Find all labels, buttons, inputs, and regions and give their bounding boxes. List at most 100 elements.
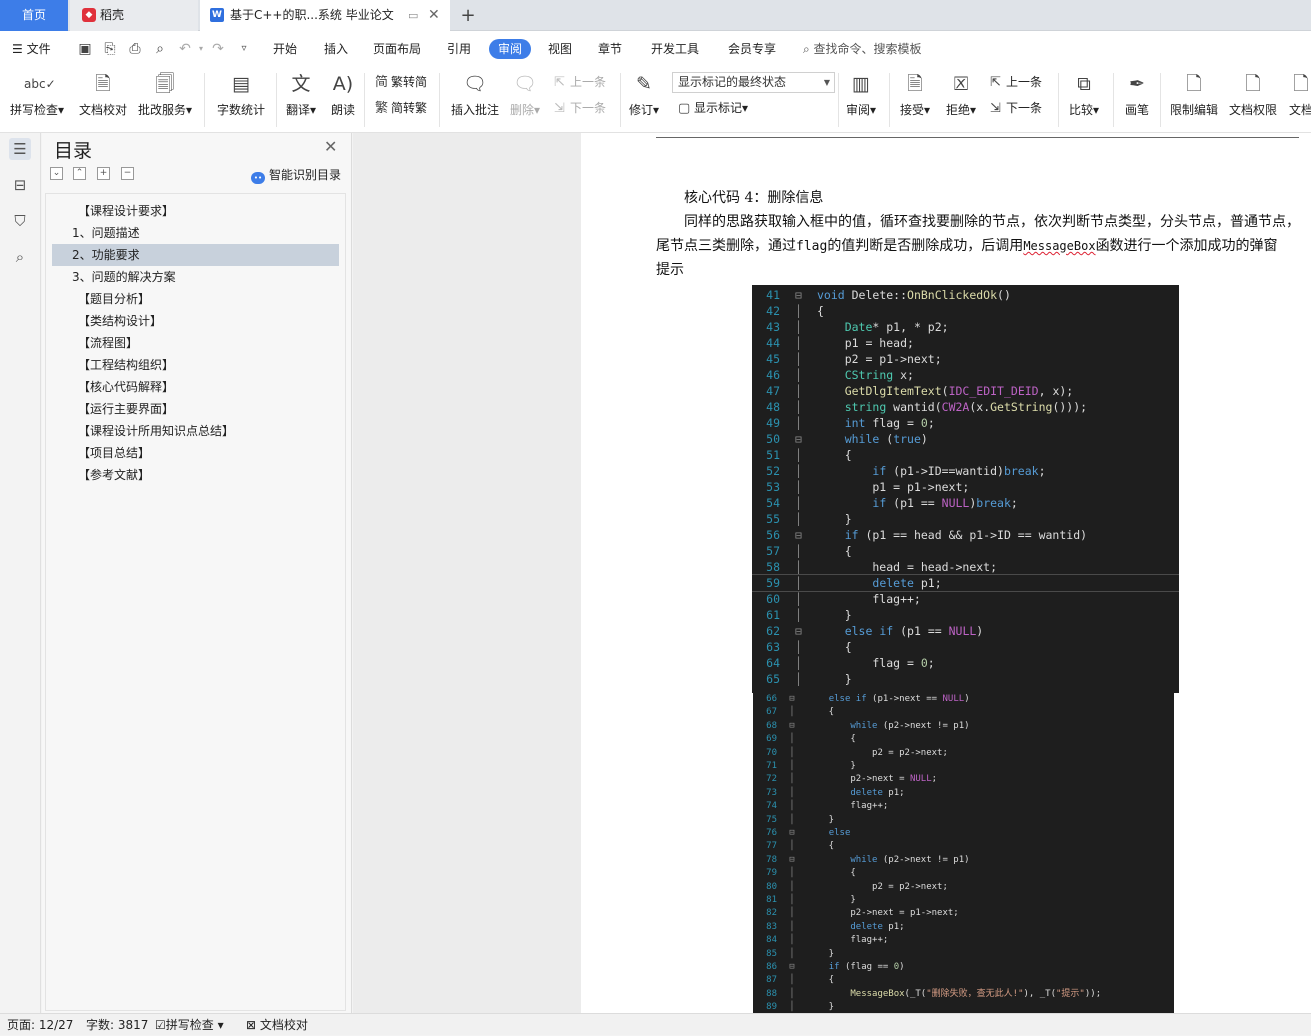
menu-start[interactable]: 开始 — [273, 31, 297, 67]
toc-item[interactable]: 【运行主要界面】 — [52, 398, 339, 420]
toc-item[interactable]: 【项目总结】 — [52, 442, 339, 464]
code-screenshot-1: 41 ⊟ void Delete::OnBnClickedOk() 42 │{43 │ D… — [752, 285, 1179, 693]
code-line: 71 │ } — [753, 760, 856, 773]
pin-icon[interactable]: ▭ — [408, 0, 418, 31]
print-preview-icon[interactable]: ⌕ — [151, 40, 169, 58]
toc-title: 目录 — [54, 140, 93, 162]
save-icon[interactable]: ▣ — [76, 40, 94, 58]
file-menu[interactable]: ☰ 文件 — [12, 31, 51, 67]
toc-item[interactable]: 【参考文献】 — [52, 464, 339, 486]
indent-guide: │ — [789, 1002, 795, 1013]
line-number: 79 — [766, 868, 777, 879]
lock-document-icon: 🗋 — [1186, 73, 1202, 95]
expand-all-icon[interactable]: ⌄ — [50, 167, 63, 180]
close-icon[interactable]: ✕ — [324, 137, 337, 156]
show-markup-icon: ▢ — [678, 101, 691, 116]
toc-item[interactable]: 【工程结构组织】 — [52, 354, 339, 376]
new-tab-button[interactable]: + — [456, 0, 480, 31]
ribbon-divider — [204, 73, 205, 127]
ribbon-divider — [889, 73, 890, 127]
delete-comment-button[interactable]: 🗨 删除▾ — [510, 71, 540, 118]
toc-item[interactable]: 【类结构设计】 — [52, 310, 339, 332]
reject-button[interactable]: 🗵 拒绝▾ — [946, 71, 976, 118]
smart-toc-button[interactable]: •• 智能识别目录 — [251, 166, 341, 184]
print-icon[interactable]: ⎙ — [126, 40, 144, 58]
toc-item[interactable]: 【核心代码解释】 — [52, 376, 339, 398]
collapse-all-icon[interactable]: ⌃ — [73, 167, 86, 180]
menu-page-layout[interactable]: 页面布局 — [373, 31, 421, 67]
simp-to-trad-button[interactable]: 繁简转繁 — [375, 98, 427, 118]
redo-icon[interactable]: ↷ — [209, 40, 227, 58]
code-line: 80 │ p2 = p2->next; — [753, 881, 948, 894]
toc-item[interactable]: 【课程设计要求】 — [52, 200, 339, 222]
toc-item[interactable]: 【流程图】 — [52, 332, 339, 354]
document-proof-button[interactable]: 🗎 文档校对 — [79, 71, 127, 118]
spell-check-status[interactable]: ☑拼写检查 ▾ — [155, 1014, 224, 1036]
indent-guide: │ — [795, 512, 802, 526]
track-changes-button[interactable]: ✎ 修订▾ — [629, 71, 659, 118]
customize-toolbar-icon[interactable]: ▿ — [235, 40, 253, 58]
menu-insert[interactable]: 插入 — [324, 31, 348, 67]
compare-button[interactable]: ⧉ 比较▾ — [1069, 71, 1099, 118]
smart-toc-label: 智能识别目录 — [269, 168, 342, 182]
review-service-button[interactable]: 🗐 批改服务▾ — [138, 71, 192, 118]
trad-to-simp-button[interactable]: 简繁转简 — [375, 72, 427, 92]
read-aloud-button[interactable]: A) 朗读 — [330, 71, 356, 118]
accept-button[interactable]: 🗎 接受▾ — [900, 71, 930, 118]
toc-item[interactable]: 【题目分析】 — [52, 288, 339, 310]
line-number: 56 — [766, 528, 780, 542]
bookmark-icon[interactable]: ⛉ — [9, 210, 31, 232]
previous-change-button[interactable]: ⇱ 上一条 — [990, 72, 1042, 92]
document-proof-status-label: 文档校对 — [259, 1018, 308, 1032]
tab-document[interactable]: W 基于C++的职...系统 毕业论文 ▭ ✕ — [200, 0, 450, 31]
menu-references[interactable]: 引用 — [447, 31, 471, 67]
add-heading-icon[interactable]: + — [97, 167, 110, 180]
outline-icon[interactable]: ☰ — [9, 138, 31, 160]
insert-comment-button[interactable]: 🗨 插入批注 — [451, 71, 499, 118]
close-tab-icon[interactable]: ✕ — [428, 0, 440, 31]
undo-dropdown-icon[interactable]: ▾ — [192, 40, 210, 58]
document-proof-status[interactable]: ⊠ 文档校对 — [246, 1014, 308, 1036]
restrict-editing-button[interactable]: 🗋 限制编辑 — [1170, 71, 1218, 118]
next-comment-button[interactable]: ⇲ 下一条 — [554, 98, 606, 118]
menu-chapter[interactable]: 章节 — [598, 31, 622, 67]
find-icon[interactable]: ⌕ — [9, 246, 31, 268]
previous-comment-button[interactable]: ⇱ 上一条 — [554, 72, 606, 92]
review-pane-button[interactable]: ▥ 审阅▾ — [846, 71, 876, 118]
export-pdf-icon[interactable]: ⎘ — [101, 40, 119, 58]
document-more-button[interactable]: 🗋 文档 — [1288, 71, 1311, 118]
spell-check-button[interactable]: abc✓ 拼写检查▾ — [10, 71, 64, 118]
menu-view[interactable]: 视图 — [548, 31, 572, 67]
command-search[interactable]: ⌕ 查找命令、搜索模板 — [803, 31, 922, 67]
toc-item[interactable]: 3、问题的解决方案 — [52, 266, 339, 288]
show-markup-button[interactable]: ▢ 显示标记▾ — [678, 98, 748, 118]
chapter-nav-icon[interactable]: ⊟ — [9, 174, 31, 196]
menu-developer[interactable]: 开发工具 — [651, 31, 699, 67]
tab-home[interactable]: 首页 — [0, 0, 68, 31]
code-text: int flag = 0; — [844, 416, 935, 430]
word-count-button[interactable]: ▤ 字数统计 — [217, 71, 265, 118]
remove-heading-icon[interactable]: − — [121, 167, 134, 180]
word-count-status[interactable]: 字数: 3817 — [86, 1014, 148, 1036]
code-line: 41 ⊟ void Delete::OnBnClickedOk() — [752, 287, 1011, 303]
translate-button[interactable]: 文翻译▾ — [286, 71, 316, 118]
line-number: 46 — [766, 368, 780, 382]
code-text: head = head->next; — [817, 560, 998, 574]
document-page[interactable]: 核心代码 4：删除信息 同样的思路获取输入框中的值，循环查找要删除的节点，依次判… — [581, 133, 1311, 1013]
menu-review[interactable]: 审阅 — [489, 39, 532, 59]
page-indicator[interactable]: 页面: 12/27 — [7, 1014, 73, 1036]
toc-item[interactable]: 【课程设计所用知识点总结】 — [52, 420, 339, 442]
menu-membership[interactable]: 会员专享 — [728, 31, 776, 67]
code-text: if (p1 == head && p1->ID == wantid) — [844, 528, 1088, 542]
document-permission-button[interactable]: 🗋 文档权限 — [1229, 71, 1277, 118]
next-change-button[interactable]: ⇲ 下一条 — [990, 98, 1042, 118]
toc-item[interactable]: 1、问题描述 — [52, 222, 339, 244]
pen-button[interactable]: ✒ 画笔 — [1124, 71, 1150, 118]
toc-item-selected[interactable]: 2、功能要求 — [52, 244, 339, 266]
code-text: { — [807, 734, 856, 745]
line-number: 75 — [766, 814, 777, 825]
previous-change-label: 上一条 — [1006, 75, 1043, 89]
markup-state-select[interactable]: 显示标记的最终状态 ▼ — [672, 72, 835, 93]
code-text: } — [807, 895, 856, 905]
tab-daoke[interactable]: ◆ 稻壳 — [70, 0, 198, 31]
